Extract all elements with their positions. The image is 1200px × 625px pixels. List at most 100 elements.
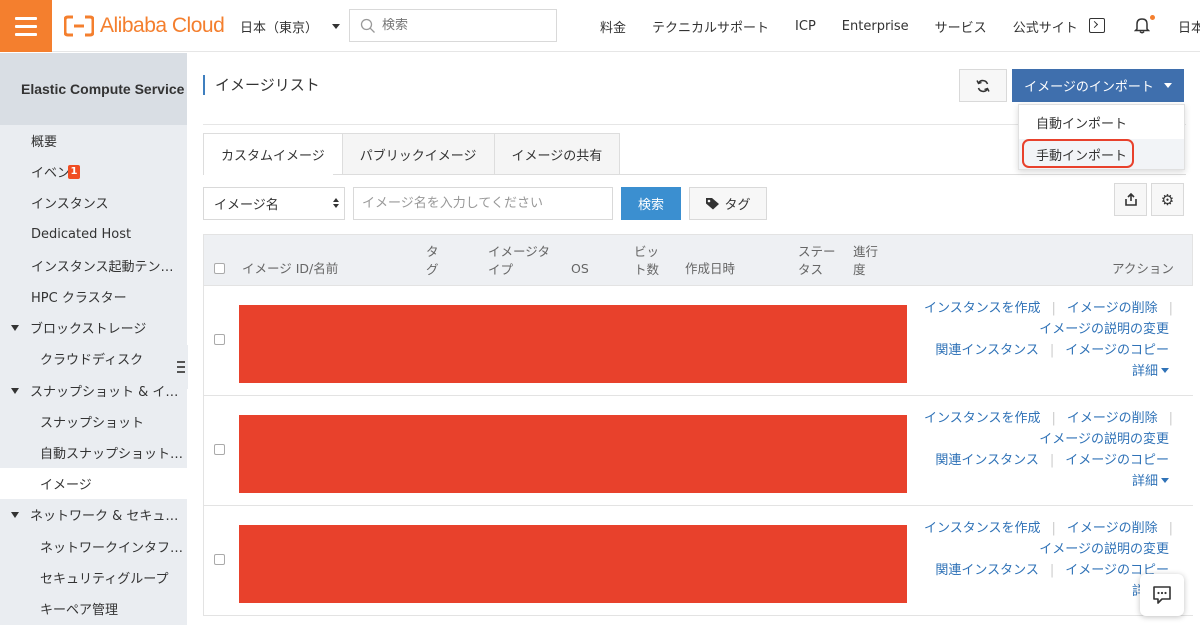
menu-item-manual-import[interactable]: 手動インポート [1019, 139, 1184, 169]
sidebar-group-snapshots-images[interactable]: スナップショット & イ… [0, 375, 187, 406]
top-bar: Alibaba Cloud 日本（東京） 料金 テクニカルサポート ICP En… [0, 0, 1200, 52]
tab-shared-images[interactable]: イメージの共有 [493, 133, 621, 175]
export-button[interactable] [1114, 183, 1147, 216]
region-selector[interactable]: 日本（東京） [240, 17, 341, 36]
nav-support[interactable]: テクニカルサポート [652, 17, 769, 36]
nav-services[interactable]: サービス [935, 17, 987, 36]
global-search[interactable] [349, 9, 557, 42]
chevron-down-icon [1161, 368, 1169, 373]
table-header: イメージ ID/名前 タ グ イメージタ イプ OS ビッ ト数 作成日時 ステ… [203, 234, 1193, 286]
chevron-down-icon [1161, 478, 1169, 483]
details-link[interactable]: 詳細 [1132, 364, 1158, 379]
settings-button[interactable]: ⚙ [1151, 183, 1184, 216]
sidebar-item-events[interactable]: イベン 1 [0, 156, 187, 187]
sidebar-item-security-groups[interactable]: セキュリティグループ [0, 562, 187, 593]
redacted-region [239, 305, 907, 383]
sidebar-item-label: 概要 [31, 135, 58, 150]
copy-image-link[interactable]: イメージのコピー [1065, 453, 1169, 468]
nav-official-site[interactable]: 公式サイト [1013, 17, 1078, 36]
sidebar-group-block-storage[interactable]: ブロックストレージ [0, 312, 187, 343]
sidebar-item-snapshots[interactable]: スナップショット [0, 406, 187, 437]
tag-button[interactable]: タグ [689, 187, 767, 220]
details-link[interactable]: 詳細 [1132, 474, 1158, 489]
column-header-actions: アクション [1112, 261, 1174, 276]
sidebar-item-launch-templates[interactable]: インスタンス起動テン… [0, 250, 187, 281]
alibaba-cloud-logo[interactable]: Alibaba Cloud [64, 13, 225, 39]
redacted-region [239, 415, 907, 493]
create-instance-link[interactable]: インスタンスを作成 [924, 411, 1040, 426]
sidebar-item-overview[interactable]: 概要 [0, 125, 187, 156]
sidebar-item-key-pairs[interactable]: キーペア管理 [0, 593, 187, 624]
export-icon [1124, 192, 1137, 206]
filter-field-select[interactable]: イメージ名 [203, 187, 345, 220]
import-image-button[interactable]: イメージのインポート [1012, 69, 1184, 102]
search-input[interactable] [382, 18, 542, 33]
tab-public-images[interactable]: パブリックイメージ [341, 133, 495, 175]
active-tab-gap [204, 174, 333, 175]
tabs-divider [203, 174, 1186, 175]
related-instances-link[interactable]: 関連インスタンス [935, 343, 1038, 358]
nav-pricing[interactable]: 料金 [600, 17, 626, 36]
sidebar-collapse-handle[interactable] [174, 345, 188, 389]
menu-item-auto-import[interactable]: 自動インポート [1019, 107, 1184, 137]
search-button[interactable]: 検索 [621, 187, 681, 220]
chat-support-button[interactable] [1140, 574, 1184, 616]
sidebar-item-images[interactable]: イメージ [0, 468, 187, 499]
column-header-image-type: イメージタ イプ [488, 244, 551, 277]
sidebar-item-network-interfaces[interactable]: ネットワークインタフ… [0, 531, 187, 562]
column-header-tag: タ グ [426, 244, 439, 277]
sidebar-item-label: Dedicated Host [31, 227, 132, 242]
column-header-os: OS [571, 261, 589, 276]
sidebar: Elastic Compute Service 概要 イベン 1 インスタンス D… [0, 53, 187, 625]
row-checkbox[interactable] [214, 444, 225, 455]
sidebar-item-auto-snapshot[interactable]: 自動スナップショット… [0, 437, 187, 468]
refresh-button[interactable] [959, 69, 1007, 102]
logo-text: Alibaba Cloud [100, 14, 225, 37]
related-instances-link[interactable]: 関連インスタンス [935, 453, 1038, 468]
terminal-icon[interactable] [1089, 18, 1105, 33]
sidebar-item-label: キーペア管理 [40, 603, 119, 618]
collapse-triangle-icon [11, 387, 19, 394]
column-header-created: 作成日時 [685, 261, 736, 276]
refresh-icon [976, 79, 990, 92]
row-checkbox[interactable] [214, 554, 225, 565]
bell-icon[interactable] [1134, 16, 1150, 34]
page-title: イメージリスト [203, 75, 320, 95]
select-all-checkbox[interactable] [214, 263, 225, 274]
collapse-triangle-icon [11, 324, 19, 331]
edit-description-link[interactable]: イメージの説明の変更 [1039, 432, 1169, 447]
top-nav: 料金 テクニカルサポート ICP Enterprise サービス 公式サイト [600, 17, 1078, 36]
related-instances-link[interactable]: 関連インスタンス [935, 563, 1038, 578]
region-label: 日本（東京） [240, 21, 319, 36]
event-count-badge: 1 [68, 164, 81, 179]
copy-image-link[interactable]: イメージのコピー [1065, 343, 1169, 358]
sidebar-item-label: イメージ [40, 478, 92, 493]
language-selector[interactable]: 日本 [1178, 17, 1200, 36]
sidebar-item-hpc-cluster[interactable]: HPC クラスター [0, 281, 187, 312]
image-name-input[interactable] [353, 187, 613, 220]
tab-custom-images[interactable]: カスタムイメージ [203, 133, 343, 175]
nav-enterprise[interactable]: Enterprise [842, 19, 909, 34]
nav-icp[interactable]: ICP [795, 19, 816, 34]
row-actions: インスタンスを作成 | イメージの削除 | イメージの説明の変更 関連インスタンス | イ… [924, 301, 1174, 379]
sidebar-item-instances[interactable]: インスタンス [0, 187, 187, 218]
delete-image-link[interactable]: イメージの削除 [1067, 301, 1158, 316]
edit-description-link[interactable]: イメージの説明の変更 [1039, 542, 1169, 557]
delete-image-link[interactable]: イメージの削除 [1067, 521, 1158, 536]
collapse-triangle-icon [11, 511, 19, 518]
create-instance-link[interactable]: インスタンスを作成 [924, 521, 1040, 536]
create-instance-link[interactable]: インスタンスを作成 [924, 301, 1040, 316]
delete-image-link[interactable]: イメージの削除 [1067, 411, 1158, 426]
sidebar-item-cloud-disk[interactable]: クラウドディスク [0, 343, 187, 374]
sidebar-item-label: クラウドディスク [40, 353, 144, 368]
column-header-progress: 進行 度 [853, 244, 879, 277]
column-header-bits: ビッ ト数 [634, 244, 660, 277]
sidebar-group-network-security[interactable]: ネットワーク & セキュ… [0, 499, 187, 530]
redacted-region [239, 525, 907, 603]
menu-icon[interactable] [0, 0, 52, 52]
edit-description-link[interactable]: イメージの説明の変更 [1039, 322, 1169, 337]
import-image-label: イメージのインポート [1024, 80, 1154, 95]
sidebar-item-dedicated-host[interactable]: Dedicated Host [0, 219, 187, 250]
sidebar-item-label: ネットワーク & セキュ… [30, 509, 179, 524]
row-checkbox[interactable] [214, 334, 225, 345]
